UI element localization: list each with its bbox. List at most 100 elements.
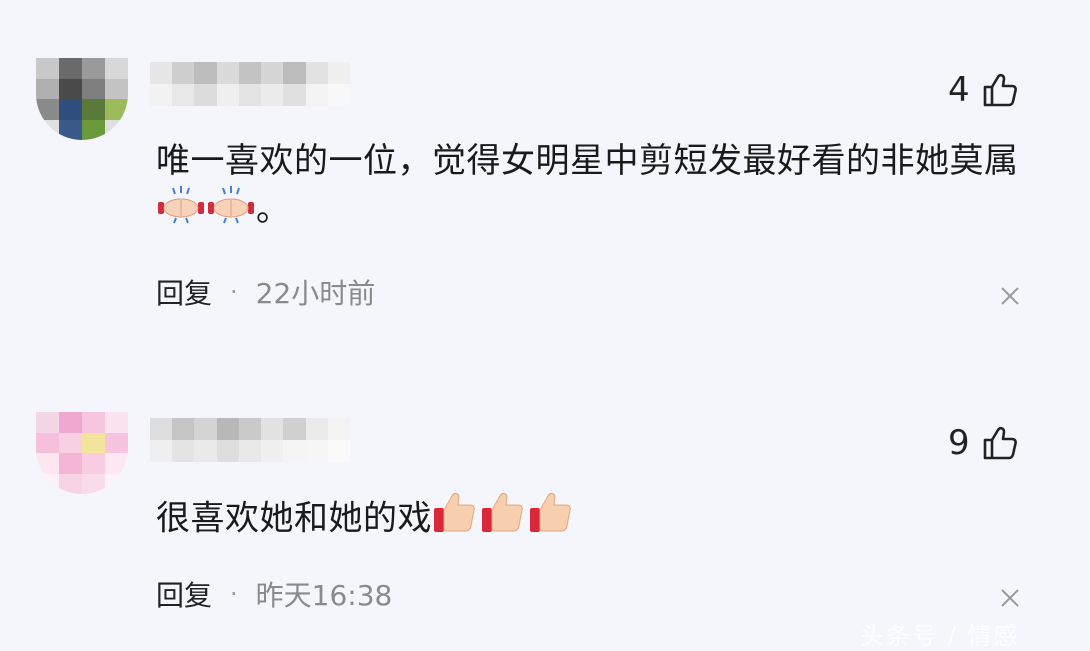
username-mosaic-cell <box>172 440 195 462</box>
avatar-mosaic-cell <box>82 453 105 474</box>
avatar-mosaic-cell <box>105 412 128 433</box>
like-button[interactable]: 4 <box>948 70 1018 110</box>
reply-button[interactable]: 回复 <box>156 272 212 312</box>
avatar-mosaic-cell <box>59 99 82 120</box>
avatar-mosaic-cell <box>36 453 59 474</box>
avatar-mosaic-cell <box>59 473 82 494</box>
username-mosaic-cell <box>283 62 306 84</box>
comment-meta: 回复 · 昨天16:38 <box>156 574 392 614</box>
username-mosaic-cell <box>261 62 284 84</box>
avatar-mosaic-cell <box>59 432 82 453</box>
username-mosaic-cell <box>238 418 262 440</box>
username-mosaic-cell <box>216 84 239 106</box>
comment-meta: 回复 · 22小时前 <box>156 272 375 312</box>
username-mosaic-cell <box>216 62 239 84</box>
username-mosaic-cell <box>283 440 306 462</box>
comment-text-line1: 唯一喜欢的一位，觉得女明星中剪短发最好看的非她莫属 <box>156 141 1019 181</box>
comment-text-line1: 很喜欢她和她的戏 <box>156 498 432 539</box>
avatar-mosaic-cell <box>105 58 128 79</box>
avatar-mosaic-cell <box>59 58 82 79</box>
avatar-mosaic-cell <box>36 432 59 453</box>
username-mosaic-cell <box>327 62 350 84</box>
close-icon[interactable] <box>999 587 1021 609</box>
avatar-mosaic-cell <box>59 119 82 140</box>
avatar-mosaic-cell <box>82 99 105 120</box>
avatar-mosaic-cell <box>105 432 128 453</box>
avatar-mosaic-cell <box>36 58 59 79</box>
username-mosaic-cell <box>305 418 328 440</box>
username-mosaic-cell <box>194 440 217 462</box>
thumbs-up-emoji-icon <box>432 490 480 550</box>
avatar-mosaic-cell <box>36 473 59 494</box>
username-mosaic-cell <box>150 84 173 106</box>
username-blurred[interactable] <box>150 418 350 462</box>
avatar-mosaic-cell <box>82 432 105 453</box>
username-mosaic-cell <box>216 418 239 440</box>
username-mosaic-cell <box>194 84 217 106</box>
avatar-mosaic-cell <box>59 78 82 99</box>
avatar-mosaic-cell <box>36 412 59 433</box>
thumbs-up-emoji-icon <box>528 490 576 550</box>
username-mosaic-cell <box>150 62 173 84</box>
username-mosaic-cell <box>238 84 262 106</box>
avatar-mosaic-cell <box>82 58 105 79</box>
comment-text: 很喜欢她和她的戏 <box>156 490 576 550</box>
username-mosaic-cell <box>238 62 262 84</box>
username-mosaic-cell <box>172 84 195 106</box>
close-icon[interactable] <box>999 285 1021 307</box>
separator-dot: · <box>230 278 238 306</box>
username-mosaic-cell <box>150 418 173 440</box>
thumbs-up-emoji-icon <box>480 490 528 550</box>
avatar-mosaic-cell <box>82 78 105 99</box>
avatar[interactable] <box>36 58 128 140</box>
thumbs-up-icon <box>983 426 1017 460</box>
avatar-mosaic-cell <box>82 473 105 494</box>
watermark: 头条号 / 情感 <box>860 622 1020 650</box>
avatar-mosaic-cell <box>105 473 128 494</box>
comment-text-line2: 。 <box>156 184 1019 238</box>
username-mosaic-cell <box>172 418 195 440</box>
thumbs-up-icon <box>983 73 1017 107</box>
like-count: 4 <box>948 70 970 110</box>
username-mosaic-cell <box>261 440 284 462</box>
username-mosaic-cell <box>305 84 328 106</box>
comment-time: 昨天16:38 <box>255 579 393 612</box>
username-mosaic-cell <box>216 440 239 462</box>
username-mosaic-cell <box>327 418 350 440</box>
username-mosaic-cell <box>305 440 328 462</box>
avatar-mosaic-cell <box>82 119 105 140</box>
username-mosaic-cell <box>283 84 306 106</box>
avatar-mosaic-cell <box>105 453 128 474</box>
avatar-mosaic-cell <box>36 119 59 140</box>
avatar-mosaic-cell <box>59 412 82 433</box>
separator-dot: · <box>230 580 238 608</box>
username-mosaic-cell <box>194 418 217 440</box>
like-button[interactable]: 9 <box>948 423 1018 463</box>
username-mosaic-cell <box>150 440 173 462</box>
username-mosaic-cell <box>238 440 262 462</box>
comment-text-suffix: 。 <box>256 189 291 230</box>
avatar-mosaic-cell <box>105 78 128 99</box>
username-mosaic-cell <box>194 62 217 84</box>
reply-button[interactable]: 回复 <box>156 574 212 614</box>
username-blurred[interactable] <box>150 62 350 106</box>
username-mosaic-cell <box>261 84 284 106</box>
avatar-mosaic-cell <box>82 412 105 433</box>
username-mosaic-cell <box>327 84 350 106</box>
avatar-mosaic-cell <box>36 78 59 99</box>
username-mosaic-cell <box>261 418 284 440</box>
comment-time: 22小时前 <box>255 277 376 310</box>
applause-emoji-icon <box>206 184 256 238</box>
username-mosaic-cell <box>172 62 195 84</box>
username-mosaic-cell <box>305 62 328 84</box>
avatar-mosaic-cell <box>59 453 82 474</box>
username-mosaic-cell <box>327 440 350 462</box>
avatar[interactable] <box>36 412 128 494</box>
comment-text: 唯一喜欢的一位，觉得女明星中剪短发最好看的非她莫属 。 <box>156 136 1019 238</box>
applause-emoji-icon <box>156 184 206 238</box>
avatar-mosaic-cell <box>105 99 128 120</box>
avatar-mosaic-cell <box>36 99 59 120</box>
avatar-mosaic-cell <box>105 119 128 140</box>
like-count: 9 <box>948 423 970 463</box>
username-mosaic-cell <box>283 418 306 440</box>
